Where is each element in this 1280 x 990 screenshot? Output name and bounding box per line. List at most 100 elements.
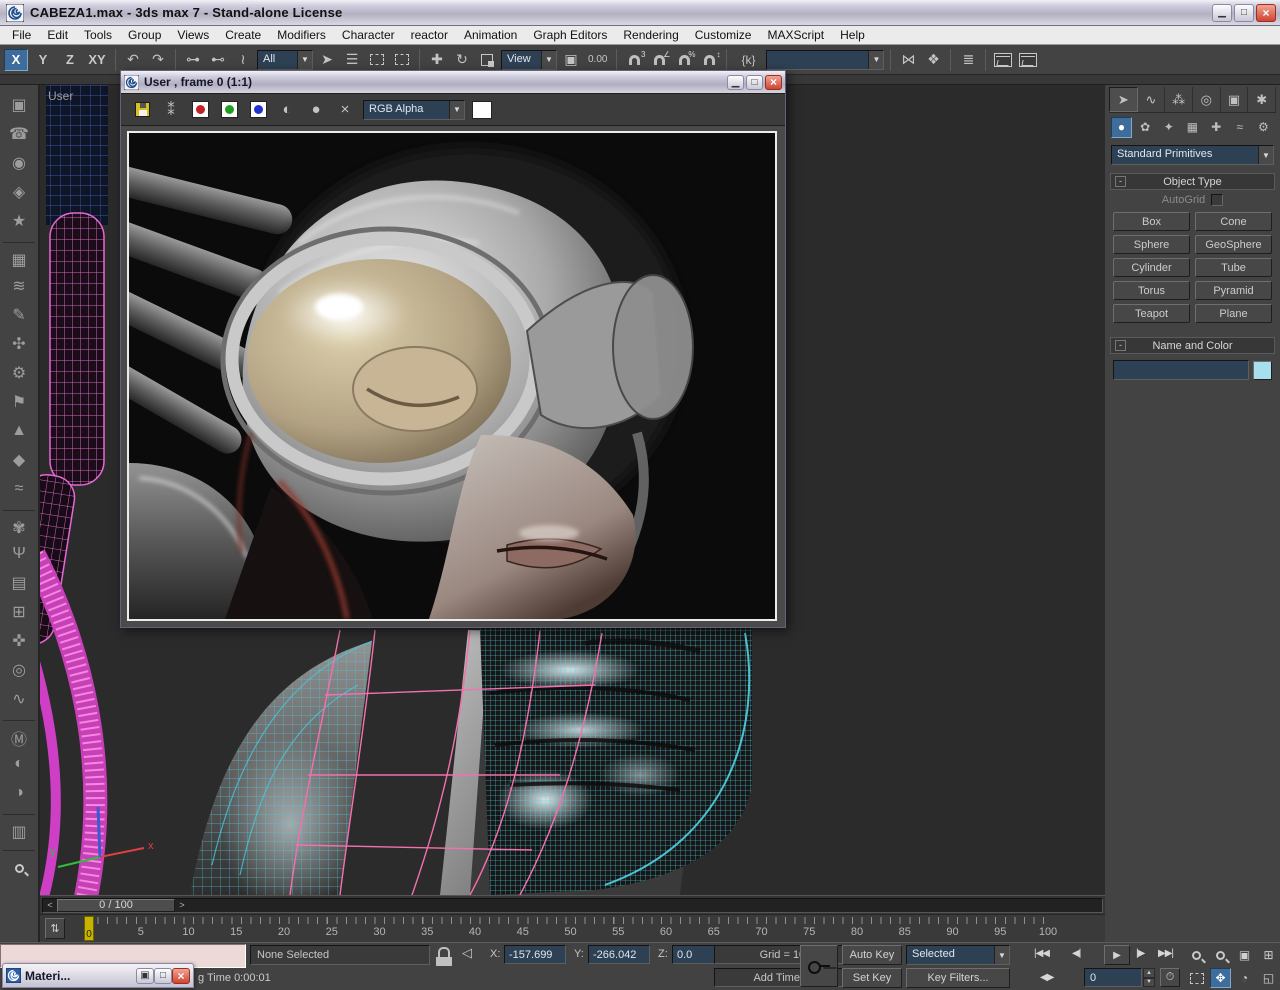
key-mode-dropdown[interactable]: Selected ▼ bbox=[906, 945, 1010, 965]
selection-lock-icon[interactable] bbox=[438, 947, 450, 957]
biped-icon[interactable]: Ψ bbox=[3, 539, 35, 568]
objtype-pyramid-button[interactable]: Pyramid bbox=[1195, 281, 1272, 300]
minmax-toggle-button[interactable]: ◱ bbox=[1258, 968, 1279, 988]
cat-spacewarps[interactable]: ≈ bbox=[1229, 117, 1250, 138]
menu-file[interactable]: File bbox=[4, 27, 39, 43]
red-channel-button[interactable] bbox=[189, 99, 211, 121]
add-time-tag[interactable]: Add Time Tag bbox=[714, 968, 860, 987]
maximize-button[interactable]: □ bbox=[746, 75, 763, 90]
layer-manager-icon[interactable]: ≣ bbox=[957, 49, 979, 71]
selection-filter-dropdown[interactable]: All▼ bbox=[257, 50, 313, 70]
next-frame-button[interactable]: |▶ bbox=[1136, 948, 1144, 959]
tab-utilities[interactable]: ✱ bbox=[1248, 87, 1276, 112]
menu-customize[interactable]: Customize bbox=[687, 27, 760, 43]
go-start-button[interactable]: |◀◀ bbox=[1034, 948, 1049, 959]
shirt-m-icon[interactable]: Ⓜ bbox=[3, 720, 35, 749]
set-keys-button[interactable] bbox=[800, 945, 838, 987]
name-color-rollout-header[interactable]: - Name and Color bbox=[1110, 337, 1275, 354]
objtype-sphere-button[interactable]: Sphere bbox=[1113, 235, 1190, 254]
tab-display[interactable]: ▣ bbox=[1221, 87, 1249, 112]
absolute-mode-icon[interactable]: ◁ bbox=[462, 945, 472, 961]
chevron-down-icon[interactable]: ▼ bbox=[297, 51, 312, 69]
chevron-down-icon[interactable]: ▼ bbox=[994, 946, 1009, 964]
object-name-input[interactable] bbox=[1113, 360, 1249, 380]
time-slider-track[interactable]: < 0 / 100 > bbox=[42, 898, 1103, 913]
window-crossing-icon[interactable] bbox=[391, 49, 413, 71]
waves-icon[interactable]: ≈ bbox=[3, 474, 35, 503]
chevron-down-icon[interactable]: ▼ bbox=[1258, 146, 1273, 164]
collapse-icon[interactable]: - bbox=[1115, 176, 1126, 187]
objtype-cone-button[interactable]: Cone bbox=[1195, 212, 1272, 231]
cat-geometry[interactable]: ● bbox=[1111, 117, 1132, 138]
dialog-icon[interactable]: ▥ bbox=[3, 814, 35, 843]
object-class-dropdown[interactable]: Standard Primitives ▼ bbox=[1111, 145, 1274, 165]
menu-create[interactable]: Create bbox=[217, 27, 269, 43]
mono-channel-icon[interactable]: ◐ bbox=[276, 99, 298, 121]
fan-icon[interactable]: ✣ bbox=[3, 329, 35, 358]
checker-icon[interactable]: ▦ bbox=[3, 242, 35, 271]
linked-boxes-icon[interactable]: ⊞ bbox=[3, 597, 35, 626]
redo-icon[interactable]: ↷ bbox=[147, 49, 169, 71]
objtype-plane-button[interactable]: Plane bbox=[1195, 304, 1272, 323]
track-bar[interactable]: ⇅ 0 510152025303540455055606570758085909… bbox=[40, 914, 1105, 942]
cat-cameras[interactable]: ▦ bbox=[1182, 117, 1203, 138]
restore-button[interactable]: ▣ bbox=[136, 968, 154, 984]
set-key-button[interactable]: Set Key bbox=[842, 968, 902, 988]
terrain-icon[interactable]: ▲ bbox=[3, 416, 35, 445]
menu-character[interactable]: Character bbox=[334, 27, 403, 43]
y-coord-field[interactable]: -266.042 bbox=[588, 945, 650, 964]
lipstick-icon[interactable]: ✎ bbox=[3, 300, 35, 329]
clone-window-icon[interactable]: ⁑ bbox=[160, 99, 182, 121]
minimize-button[interactable]: ▁ bbox=[727, 75, 744, 90]
render-window-titlebar[interactable]: User , frame 0 (1:1) ▁ □ × bbox=[121, 71, 785, 93]
axis-z-button[interactable]: Z bbox=[58, 49, 82, 71]
select-move-icon[interactable]: ✚ bbox=[426, 49, 448, 71]
weathervane-icon[interactable]: ⚑ bbox=[3, 387, 35, 416]
ball-m-icon[interactable]: ◐ bbox=[3, 749, 35, 778]
menu-group[interactable]: Group bbox=[120, 27, 169, 43]
primitives-cubes-icon[interactable]: ▣ bbox=[3, 90, 35, 119]
zoom-extents-all-button[interactable]: ⊞ bbox=[1258, 945, 1279, 965]
play-button[interactable]: ▶ bbox=[1104, 945, 1130, 965]
next-frame-arrow[interactable]: > bbox=[175, 899, 189, 912]
menu-edit[interactable]: Edit bbox=[39, 27, 76, 43]
chevron-down-icon[interactable]: ▼ bbox=[541, 51, 556, 69]
spinner-snap-icon[interactable]: ↕ bbox=[698, 49, 720, 71]
cloth-icon[interactable]: ▤ bbox=[3, 568, 35, 597]
clear-icon[interactable]: × bbox=[334, 99, 356, 121]
background-color-swatch[interactable] bbox=[472, 101, 492, 119]
align-icon[interactable]: ❖ bbox=[922, 49, 944, 71]
menu-graph-editors[interactable]: Graph Editors bbox=[525, 27, 615, 43]
use-center-icon[interactable]: ▣ bbox=[560, 49, 582, 71]
rendered-frame-window[interactable]: User , frame 0 (1:1) ▁ □ × ⁑◐●× RGB Alph… bbox=[120, 70, 786, 628]
curve-editor-icon[interactable] bbox=[992, 49, 1014, 71]
zoom-all-button[interactable] bbox=[1210, 945, 1231, 965]
objtype-tube-button[interactable]: Tube bbox=[1195, 258, 1272, 277]
sphere-m-icon[interactable]: ◑ bbox=[3, 778, 35, 807]
cat-lights[interactable]: ✦ bbox=[1158, 117, 1179, 138]
go-end-button[interactable]: ▶▶| bbox=[1158, 948, 1173, 959]
menu-tools[interactable]: Tools bbox=[76, 27, 120, 43]
select-scale-icon[interactable] bbox=[476, 49, 498, 71]
springs-icon[interactable]: ≋ bbox=[3, 271, 35, 300]
axis-plane-button[interactable]: XY bbox=[85, 49, 109, 71]
named-sets-icon[interactable]: {k} bbox=[733, 49, 763, 71]
frame-spinner[interactable]: ▲▼ bbox=[1143, 968, 1155, 987]
autogrid-checkbox[interactable] bbox=[1211, 194, 1223, 206]
objtype-cylinder-button[interactable]: Cylinder bbox=[1113, 258, 1190, 277]
select-by-name-icon[interactable]: ☰ bbox=[341, 49, 363, 71]
pan-button[interactable]: ✥ bbox=[1210, 968, 1231, 988]
rocks-icon[interactable]: ◆ bbox=[3, 445, 35, 474]
menu-maxscript[interactable]: MAXScript bbox=[759, 27, 832, 43]
tab-hierarchy[interactable]: ⁂ bbox=[1165, 87, 1193, 112]
zoom-object-icon[interactable] bbox=[3, 850, 35, 879]
beachball-icon[interactable]: ◉ bbox=[3, 148, 35, 177]
chevron-down-icon[interactable]: ▼ bbox=[449, 101, 464, 119]
select-object-icon[interactable]: ➤ bbox=[316, 49, 338, 71]
blue-channel-button[interactable] bbox=[247, 99, 269, 121]
manipulate-value[interactable]: 0.00 bbox=[585, 54, 610, 65]
maximize-button[interactable]: □ bbox=[1234, 4, 1254, 22]
snap-toggle-icon[interactable]: 3 bbox=[623, 49, 645, 71]
prev-frame-button[interactable]: ◀| bbox=[1072, 948, 1080, 959]
chevron-down-icon[interactable]: ▼ bbox=[868, 51, 883, 69]
